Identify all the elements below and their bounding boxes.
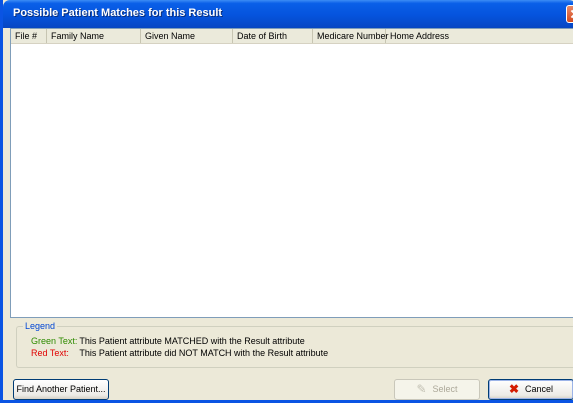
find-another-patient-label: Find Another Patient...	[16, 384, 106, 394]
red-x-icon: ✖	[508, 382, 520, 397]
legend-key-red: Red Text:	[31, 348, 69, 358]
patient-matches-list[interactable]: File # Family Name Given Name Date of Bi…	[10, 28, 573, 318]
legend-item-red: Red Text: This Patient attribute did NOT…	[31, 348, 328, 358]
legend-key-green: Green Text:	[31, 336, 78, 346]
column-header-home-address[interactable]: Home Address	[386, 29, 573, 43]
dialog-title: Possible Patient Matches for this Result	[13, 7, 223, 19]
select-button[interactable]: ✎ Select	[394, 379, 480, 400]
close-icon[interactable]	[566, 5, 573, 23]
column-header-medicare-number[interactable]: Medicare Number	[313, 29, 389, 43]
legend-group: Legend Green Text: This Patient attribut…	[16, 321, 573, 368]
legend-item-green: Green Text: This Patient attribute MATCH…	[31, 336, 305, 346]
cancel-button[interactable]: ✖ Cancel	[488, 379, 573, 400]
select-label: Select	[432, 384, 458, 394]
column-header-family-name[interactable]: Family Name	[47, 29, 141, 43]
legend-title: Legend	[23, 321, 58, 331]
find-another-patient-button[interactable]: Find Another Patient...	[13, 379, 109, 400]
patient-matches-dialog: Possible Patient Matches for this Result…	[0, 0, 573, 403]
column-header-given-name[interactable]: Given Name	[141, 29, 233, 43]
column-header-file-number[interactable]: File #	[11, 29, 47, 43]
list-header: File # Family Name Given Name Date of Bi…	[11, 29, 573, 44]
title-bar[interactable]: Possible Patient Matches for this Result	[3, 0, 573, 28]
legend-desc-red: This Patient attribute did NOT MATCH wit…	[79, 348, 329, 358]
cancel-label: Cancel	[525, 384, 554, 394]
legend-desc-green: This Patient attribute MATCHED with the …	[79, 336, 305, 346]
pencil-check-icon: ✎	[416, 382, 427, 397]
column-header-date-of-birth[interactable]: Date of Birth	[233, 29, 313, 43]
list-body[interactable]	[11, 44, 573, 317]
